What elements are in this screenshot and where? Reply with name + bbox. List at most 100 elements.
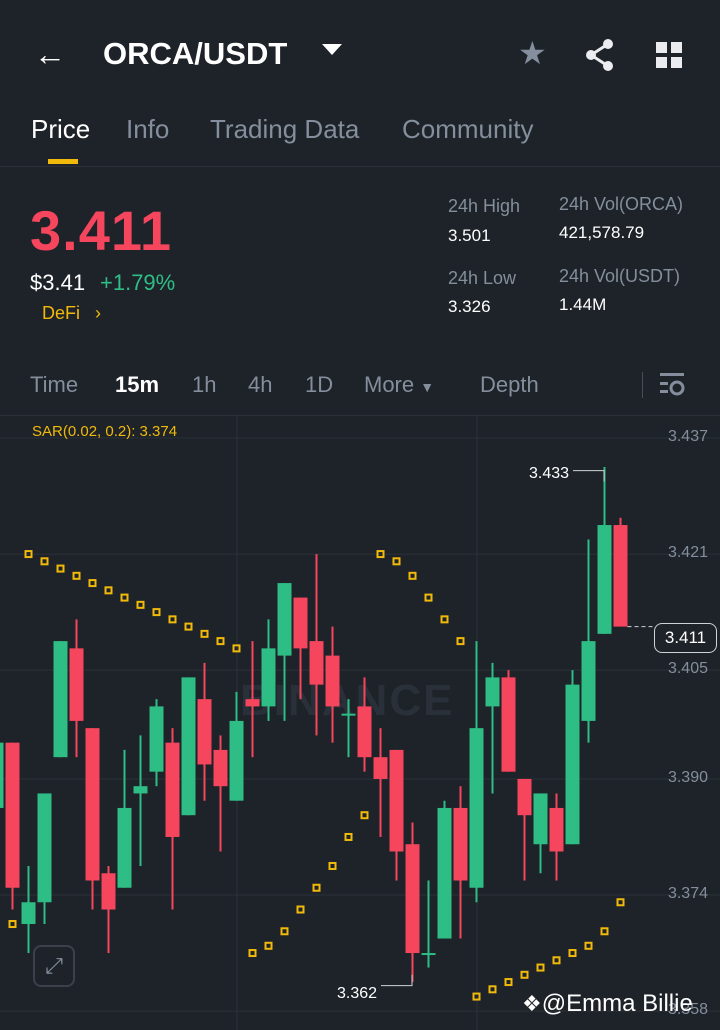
low-marker-label: 3.362 [337, 985, 378, 1002]
credit-text: @Emma Billie [541, 990, 693, 1017]
active-tab-indicator [48, 159, 78, 164]
tab-community[interactable]: Community [402, 114, 533, 145]
sar-dot [200, 629, 209, 638]
timeframe-more[interactable]: More ▼ [364, 372, 434, 398]
depth-tab[interactable]: Depth [480, 372, 539, 398]
expand-chart-button[interactable]: ⤢ [33, 945, 75, 987]
chevron-right-icon: › [95, 303, 102, 323]
vol-base-value: 421,578.79 [559, 223, 645, 242]
vol-base-label: 24h Vol(ORCA) [559, 194, 684, 214]
candle-down [245, 699, 260, 707]
candle-up [53, 641, 68, 758]
usd-price: $3.41 [30, 270, 86, 295]
candle-down [165, 742, 180, 837]
vol-quote-value: 1.44M [559, 295, 607, 314]
binance-logo-icon: ❖ [522, 991, 542, 1016]
sar-dot [136, 600, 145, 609]
high-label: 24h High [448, 196, 521, 216]
sar-dot [56, 564, 65, 573]
grid-icon[interactable] [656, 42, 684, 70]
price-change: +1.79% [100, 270, 176, 295]
credit-watermark: ❖@Emma Billie [522, 990, 693, 1018]
candle-down [213, 749, 228, 787]
divider [0, 166, 720, 167]
candle-down [373, 757, 388, 779]
candle-down [85, 728, 100, 881]
sar-dot [8, 920, 17, 929]
candle-up [277, 583, 292, 656]
candle-up [341, 713, 356, 716]
timeframe-1d[interactable]: 1D [305, 372, 333, 398]
sar-dot [280, 927, 289, 936]
share-icon[interactable] [584, 38, 616, 72]
candlestick-chart[interactable] [0, 415, 720, 1030]
candle-down [325, 655, 340, 707]
high-marker-line [573, 470, 605, 482]
sar-dot [552, 956, 561, 965]
candle-up [21, 902, 36, 925]
sar-dot [328, 861, 337, 870]
y-axis-tick-label: 3.374 [667, 885, 708, 902]
candle-down [549, 807, 564, 852]
sar-dot [40, 557, 49, 566]
current-price-label: 3.411 [654, 623, 717, 653]
timeframe-4h[interactable]: 4h [248, 372, 272, 398]
sar-dot [584, 941, 593, 950]
candle-up [581, 641, 596, 721]
sar-dot [392, 557, 401, 566]
sar-indicator-label: SAR(0.02, 0.2): 3.374 [32, 423, 178, 440]
chart-settings-icon[interactable] [660, 373, 686, 399]
candle-down [309, 641, 324, 685]
timeframe-time[interactable]: Time [30, 372, 78, 398]
candle-up [37, 793, 52, 903]
candle-down [389, 749, 404, 852]
sar-dot [344, 832, 353, 841]
candle-down [517, 778, 532, 816]
sar-dot [536, 963, 545, 972]
timeframe-1h[interactable]: 1h [192, 372, 216, 398]
candle-up [597, 525, 612, 634]
candle-up [485, 677, 500, 707]
candle-up [229, 720, 244, 801]
sar-dot [184, 622, 193, 631]
candle-up [565, 684, 580, 845]
candle-down [613, 525, 628, 627]
candle-up [421, 953, 436, 956]
candle-down [405, 844, 420, 954]
sar-dot [488, 985, 497, 994]
low-value: 3.326 [448, 297, 491, 316]
candle-up [437, 807, 452, 939]
sar-dot [600, 927, 609, 936]
tab-price[interactable]: Price [31, 114, 90, 145]
candle-down [197, 699, 212, 765]
sar-dot [456, 637, 465, 646]
sar-dot [264, 941, 273, 950]
sar-dot [88, 579, 97, 588]
star-icon[interactable]: ★ [518, 34, 547, 72]
high-marker-label: 3.433 [529, 465, 570, 482]
pair-title[interactable]: ORCA/USDT [103, 36, 287, 72]
sar-dot [520, 970, 529, 979]
back-arrow-icon[interactable]: ← [34, 36, 66, 73]
tab-info[interactable]: Info [126, 114, 169, 145]
category-link[interactable]: DeFi › [42, 303, 101, 324]
sar-dot [248, 949, 257, 958]
sar-dot [616, 898, 625, 907]
caret-down-icon[interactable] [322, 44, 342, 55]
last-price: 3.411 [30, 199, 173, 262]
tab-trading-data[interactable]: Trading Data [210, 114, 359, 145]
low-label: 24h Low [448, 268, 517, 288]
sar-dot [312, 883, 321, 892]
sar-dot [424, 593, 433, 602]
timeframe-15m[interactable]: 15m [115, 372, 159, 398]
y-axis-tick-label: 3.421 [667, 544, 708, 562]
category-label: DeFi [42, 303, 81, 323]
candle-down [69, 648, 84, 721]
sar-dot [296, 905, 305, 914]
y-axis-tick-label: 3.390 [667, 768, 708, 786]
sar-dot [360, 811, 369, 820]
y-axis-tick-label: 3.405 [667, 660, 708, 678]
sar-dot [72, 571, 81, 580]
candle-down [101, 873, 116, 910]
candle-down [357, 706, 372, 758]
